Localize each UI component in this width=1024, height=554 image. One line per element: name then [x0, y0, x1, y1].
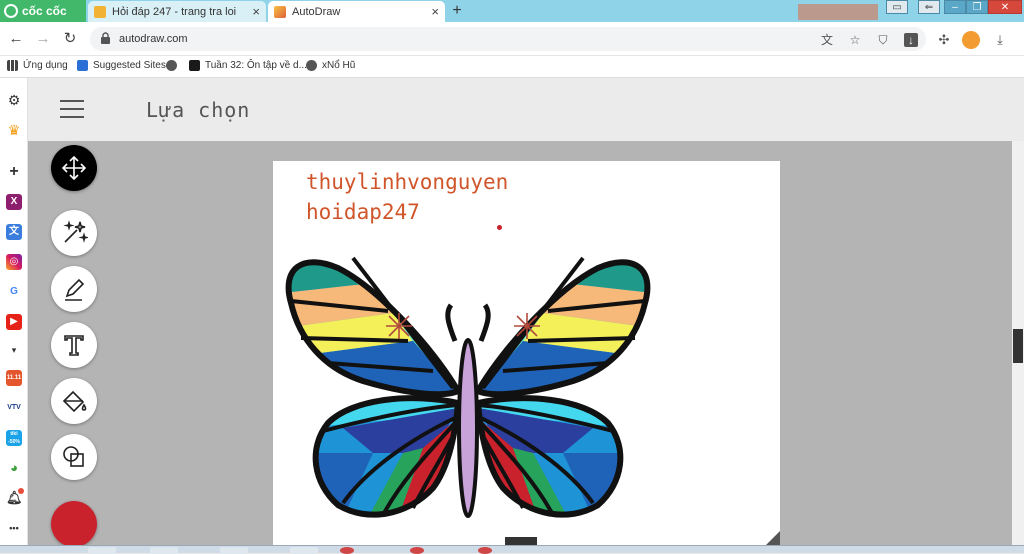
window-mode-icon[interactable]: ▭	[886, 0, 908, 14]
bookmark-tuan32[interactable]: Tuần 32: Ôn tập về d...	[189, 60, 307, 71]
bookmark-label: xNổ Hũ	[322, 60, 356, 71]
tab-title: AutoDraw	[292, 5, 341, 18]
tab-hoidap[interactable]: Hỏi đáp 247 - trang tra loi ×	[88, 1, 266, 22]
paint-dot	[497, 225, 502, 230]
bookmark-xnohu[interactable]: xNổ Hũ	[306, 60, 355, 71]
globe-icon	[306, 60, 317, 71]
vtv-icon[interactable]: VTV	[6, 400, 22, 416]
address-bar[interactable]: autodraw.com 文 ☆ ⛉ ↓	[90, 27, 926, 51]
coccoc-logo-icon	[4, 4, 18, 18]
bookmark-favicon-icon	[189, 60, 200, 71]
paint-bucket-icon	[62, 390, 87, 413]
tab-autodraw[interactable]: AutoDraw ×	[268, 1, 445, 22]
profile-avatar[interactable]	[962, 31, 980, 49]
autodraw-favicon-icon	[274, 5, 286, 18]
translate-icon[interactable]: 文	[820, 33, 834, 47]
vertical-scrollbar[interactable]	[1012, 141, 1024, 545]
tab-strip: cốc cốc Hỏi đáp 247 - trang tra loi × Au…	[0, 0, 1024, 22]
chevron-down-icon[interactable]: ▾	[6, 342, 22, 358]
autodraw-header: Lựa chọn	[28, 78, 1024, 141]
lock-icon	[100, 31, 111, 47]
bookmark-label: Suggested Sites	[93, 60, 166, 71]
maximize-button[interactable]: ❐	[966, 0, 988, 14]
sale-badge-icon[interactable]: 11.11	[6, 370, 22, 386]
instagram-icon[interactable]: ◎	[6, 254, 22, 270]
globe-icon	[166, 60, 177, 71]
browser-sidebar: ⚙ ♛ + X 文 ◎ G ▶ ▾ 11.11 VTV tiki -50% ◕ …	[0, 78, 28, 553]
bookmark-apps[interactable]: Ứng dụng	[7, 60, 68, 71]
tab-close-icon[interactable]: ×	[252, 4, 260, 19]
canvas-resize-handle[interactable]	[766, 531, 780, 545]
canvas-text-line[interactable]: hoidap247	[306, 200, 420, 224]
add-icon[interactable]: +	[6, 164, 22, 180]
butterfly-drawing[interactable]	[283, 253, 653, 519]
coccoc-brand-button[interactable]: cốc cốc	[0, 0, 86, 22]
tiki-icon[interactable]: tiki -50%	[6, 430, 22, 446]
x-app-icon[interactable]: X	[6, 194, 22, 210]
hamburger-menu-icon[interactable]	[60, 100, 84, 118]
page-title: Lựa chọn	[146, 98, 251, 122]
close-window-button[interactable]: ✕	[988, 0, 1022, 14]
translate-app-icon[interactable]: 文	[6, 224, 22, 240]
crown-icon[interactable]: ♛	[6, 122, 22, 138]
hoidap-favicon-icon	[94, 5, 106, 18]
apps-grid-icon	[7, 60, 18, 71]
move-arrows-icon	[61, 155, 87, 181]
bookmark-label: Tuần 32: Ôn tập về d...	[205, 60, 307, 71]
browser-toolbar: ← → ↻ autodraw.com 文 ☆ ⛉ ↓ ✣ ⤓	[0, 22, 1024, 56]
more-icon[interactable]: •••	[6, 520, 22, 536]
os-taskbar	[0, 545, 1024, 554]
shapes-icon	[63, 446, 84, 467]
youtube-icon[interactable]: ▶	[6, 314, 22, 330]
tab-close-icon[interactable]: ×	[431, 4, 439, 19]
pen-icon	[65, 278, 85, 301]
coccoc-game-icon[interactable]: ◕	[6, 460, 22, 476]
bookmark-suggested-sites[interactable]: Suggested Sites	[77, 60, 166, 71]
notification-dot	[18, 488, 24, 494]
extensions-puzzle-icon[interactable]: ✣	[935, 31, 953, 49]
draw-tool-button[interactable]	[51, 266, 97, 312]
workspace: thuylinhvonguyen hoidap247	[28, 141, 1012, 547]
back-arrow-icon[interactable]: ←	[7, 30, 25, 48]
forward-arrow-icon[interactable]: →	[34, 30, 52, 48]
new-tab-button[interactable]: +	[447, 2, 467, 20]
magic-wand-icon	[63, 220, 88, 243]
tab-title: Hỏi đáp 247 - trang tra loi	[112, 5, 237, 18]
tabstrip-decoration	[798, 4, 878, 20]
bookmarks-bar: Ứng dụng Suggested Sites Tuần 32: Ôn tập…	[0, 56, 1024, 78]
download-icon[interactable]: ⤓	[991, 31, 1009, 49]
select-tool-button[interactable]	[51, 145, 97, 191]
text-t-icon	[64, 335, 84, 356]
shield-icon[interactable]: ⛉	[876, 33, 890, 47]
fill-tool-button[interactable]	[51, 378, 97, 424]
bing-icon	[77, 60, 88, 71]
google-icon[interactable]: G	[6, 284, 22, 300]
autodraw-tool-button[interactable]	[51, 210, 97, 256]
scrollbar-thumb[interactable]	[1013, 329, 1023, 363]
canvas-bottom-handle[interactable]	[505, 537, 537, 545]
drawing-canvas[interactable]: thuylinhvonguyen hoidap247	[273, 161, 780, 545]
download-video-icon[interactable]: ↓	[904, 33, 918, 47]
bookmark-label: Ứng dụng	[23, 60, 68, 71]
canvas-text-line[interactable]: thuylinhvonguyen	[306, 170, 508, 194]
color-picker-button[interactable]	[51, 501, 97, 547]
bookmark-globe[interactable]	[166, 60, 182, 71]
star-bookmark-icon[interactable]: ☆	[848, 33, 862, 47]
gear-icon[interactable]: ⚙	[6, 92, 22, 108]
shape-tool-button[interactable]	[51, 434, 97, 480]
back-arrow-icon[interactable]: ⇐	[918, 0, 940, 14]
type-tool-button[interactable]	[51, 322, 97, 368]
brand-label: cốc cốc	[22, 4, 67, 18]
url-text: autodraw.com	[119, 33, 188, 45]
minimize-button[interactable]: –	[944, 0, 966, 14]
reload-icon[interactable]: ↻	[61, 30, 79, 48]
